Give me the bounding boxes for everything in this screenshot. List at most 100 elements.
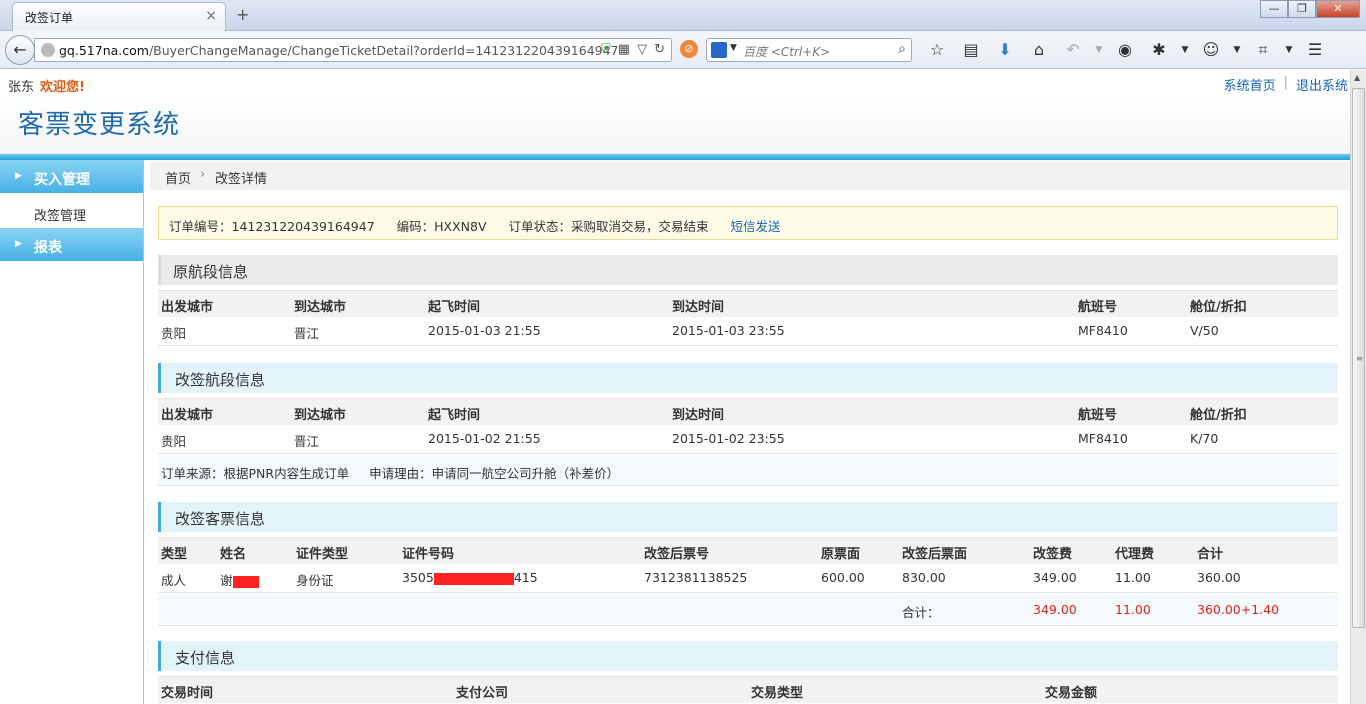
search-icon[interactable]: ⌕	[898, 41, 906, 57]
search-box[interactable]: 🐾 ▼ 百度 <Ctrl+K> ⌕	[706, 38, 912, 62]
url-path: /BuyerChangeManage/ChangeTicketDetail?or…	[148, 43, 619, 58]
table-cell: 晋江	[294, 326, 320, 341]
redaction-mark	[433, 572, 514, 585]
order-summary-bar: 订单编号：141231220439164947 编码：HXXN8V 订单状态：采…	[158, 206, 1338, 240]
back-button[interactable]: ←	[5, 35, 35, 65]
chevron-down-icon[interactable]: ▼	[730, 43, 737, 53]
table-row: 贵阳 晋江 2015-01-03 21:55 2015-01-03 23:55 …	[158, 317, 1338, 346]
section-title-changed: 改签航段信息	[158, 363, 1338, 393]
section-title-passenger: 改签客票信息	[158, 502, 1338, 532]
sidebar-section-report[interactable]: ▶ 报表	[0, 228, 143, 261]
chevron-right-icon: ▶	[15, 239, 22, 249]
back-arrow-icon: ←	[13, 40, 27, 59]
sidebar-section-label: 买入管理	[34, 172, 90, 188]
adblock-icon[interactable]: ◉	[1108, 39, 1142, 61]
table-cell: 830.00	[902, 570, 946, 585]
new-tab-icon[interactable]: +	[236, 5, 249, 24]
site-header: 客票变更系统	[0, 96, 1350, 154]
table-header: 到达城市	[294, 300, 347, 315]
table-cell: 2015-01-02 23:55	[672, 431, 785, 446]
order-source: 订单来源：根据PNR内容生成订单	[161, 466, 350, 481]
star-icon[interactable]: ☆	[920, 39, 954, 61]
chevron-down-icon[interactable]: ▼	[1280, 39, 1298, 61]
name-prefix: 谢	[220, 573, 233, 588]
chevron-right-icon: ▶	[15, 171, 22, 181]
site-title: 客票变更系统	[18, 110, 181, 140]
system-home-link[interactable]: 系统首页	[1224, 75, 1276, 94]
table-header: 舱位/折扣	[1190, 408, 1247, 423]
sidebar-item-change-manage[interactable]: 改签管理	[34, 205, 86, 224]
menu-icon[interactable]: ☰	[1298, 39, 1332, 61]
sidebar-section-purchase[interactable]: ▶ 买入管理	[0, 160, 143, 193]
table-header: 交易时间	[161, 686, 214, 701]
table-header: 出发城市	[161, 300, 214, 315]
globe-icon	[41, 43, 55, 57]
maximize-icon[interactable]: ❐	[1288, 0, 1316, 18]
qrcode-icon[interactable]: ▦	[618, 42, 630, 57]
download-icon[interactable]: ⬇	[988, 39, 1022, 61]
block-icon[interactable]: ⊘	[680, 40, 698, 58]
close-window-icon[interactable]: ✕	[1316, 0, 1360, 18]
table-header-row: 出发城市 到达城市 起飞时间 到达时间 航班号 舱位/折扣	[158, 290, 1338, 317]
table-header: 起飞时间	[428, 300, 481, 315]
table-cell: 2015-01-02 21:55	[428, 431, 541, 446]
page-content: 张东 欢迎您! 系统首页 | 退出系统 客票变更系统 ▶ 买入管理 改签管理 ▶…	[0, 70, 1350, 704]
scrollbar-thumb[interactable]: ≡	[1352, 88, 1365, 628]
monkey-icon[interactable]: ☺	[1194, 39, 1228, 61]
table-header: 原票面	[821, 547, 861, 562]
logout-link[interactable]: 退出系统	[1296, 75, 1348, 94]
sum-change-fee: 349.00	[1033, 602, 1077, 617]
changed-segment-table: 出发城市 到达城市 起飞时间 到达时间 航班号 舱位/折扣 贵阳 晋江 2015…	[158, 398, 1338, 454]
order-notes: 订单来源：根据PNR内容生成订单 申请理由：申请同一航空公司升舱（补差价）	[158, 456, 1338, 486]
search-input[interactable]: 百度 <Ctrl+K>	[743, 43, 830, 60]
reading-list-icon[interactable]: ▤	[954, 39, 988, 61]
shield-icon[interactable]: ⛨	[601, 42, 611, 57]
sum-label: 合计：	[902, 605, 940, 620]
table-cell: 11.00	[1115, 570, 1151, 585]
bug-icon[interactable]: ✱	[1142, 39, 1176, 61]
order-number: 订单编号：141231220439164947	[169, 219, 375, 234]
address-bar[interactable]: gq.517na.com/BuyerChangeManage/ChangeTic…	[34, 38, 672, 62]
scroll-up-icon[interactable]: ▲	[1354, 73, 1360, 82]
reload-icon[interactable]: ↻	[654, 42, 665, 57]
table-header: 改签后票面	[902, 547, 968, 562]
url-text[interactable]: gq.517na.com/BuyerChangeManage/ChangeTic…	[59, 43, 619, 58]
table-cell: V/50	[1190, 323, 1219, 338]
passenger-name: 谢	[220, 570, 259, 589]
browser-toolbar: ☆ ▤ ⬇ ⌂ ↶ ▼ ◉ ✱ ▼ ☺ ▼ ⌗ ▼ ☰	[920, 39, 1332, 61]
table-cell: 贵阳	[161, 434, 187, 449]
home-icon[interactable]: ⌂	[1022, 39, 1056, 61]
table-row: 成人 谢 身份证 3505 415 7312381138525 600.00 83…	[158, 564, 1338, 593]
breadcrumb: 首页 › 改签详情	[150, 162, 1350, 190]
chevron-down-icon[interactable]: ▼	[1090, 39, 1108, 61]
welcome-text: 欢迎您!	[40, 80, 85, 95]
table-header-row: 交易时间 支付公司 交易类型 交易金额	[158, 676, 1338, 703]
id-suffix: 415	[513, 570, 538, 585]
order-status: 订单状态：采购取消交易，交易结束	[508, 219, 709, 234]
tab-title: 改签订单	[25, 11, 74, 25]
table-cell: 2015-01-03 21:55	[428, 323, 541, 338]
sum-total: 360.00+1.40	[1197, 602, 1280, 617]
breadcrumb-home[interactable]: 首页	[165, 168, 191, 187]
sms-send-link[interactable]: 短信发送	[731, 219, 781, 234]
crop-icon[interactable]: ⌗	[1246, 39, 1280, 61]
breadcrumb-separator-icon: ›	[200, 167, 206, 182]
dropdown-icon[interactable]: ▽	[637, 42, 647, 57]
table-cell: 349.00	[1033, 570, 1077, 585]
tab-close-icon[interactable]: ×	[205, 8, 217, 24]
table-cell: MF8410	[1078, 323, 1128, 338]
vertical-scrollbar[interactable]: ▲ ≡	[1350, 70, 1366, 704]
table-header: 合计	[1197, 547, 1224, 562]
table-header: 舱位/折扣	[1190, 300, 1247, 315]
table-header-row: 类型 姓名 证件类型 证件号码 改签后票号 原票面 改签后票面 改签费 代理费 …	[158, 537, 1338, 564]
baidu-paw-icon[interactable]: 🐾	[711, 42, 727, 58]
id-prefix: 3505	[402, 570, 434, 585]
undo-icon[interactable]: ↶	[1056, 39, 1090, 61]
table-header: 代理费	[1115, 547, 1155, 562]
minimize-icon[interactable]: —	[1260, 0, 1288, 18]
apply-reason: 申请理由：申请同一航空公司升舱（补差价）	[369, 466, 620, 481]
chevron-down-icon[interactable]: ▼	[1228, 39, 1246, 61]
browser-tab[interactable]: 改签订单 ×	[12, 2, 226, 31]
table-cell: 成人	[161, 573, 187, 588]
chevron-down-icon[interactable]: ▼	[1176, 39, 1194, 61]
